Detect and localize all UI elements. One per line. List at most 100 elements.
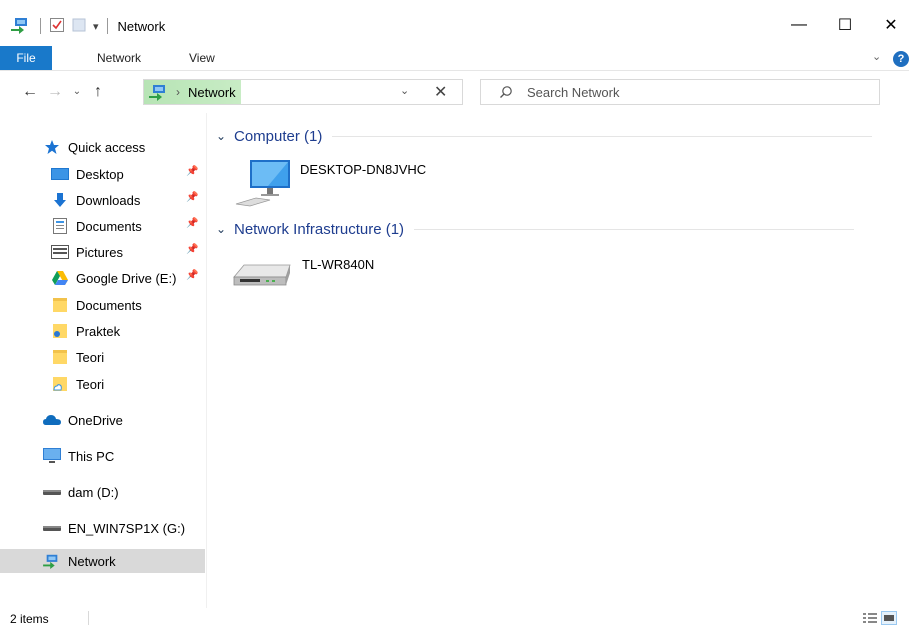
large-icons-view-icon[interactable] bbox=[881, 611, 897, 625]
tab-network[interactable]: Network bbox=[97, 46, 141, 70]
nav-label: Documents bbox=[76, 218, 142, 234]
properties-icon[interactable] bbox=[49, 17, 65, 36]
nav-item-google-drive[interactable]: Google Drive (E:) 📌 bbox=[50, 266, 205, 290]
nav-this-pc[interactable]: This PC bbox=[42, 444, 205, 468]
nav-label: Network bbox=[68, 553, 116, 569]
nav-item-documents-folder[interactable]: Documents bbox=[50, 293, 205, 317]
router-icon bbox=[230, 253, 294, 296]
expand-ribbon-chevron-icon[interactable]: ⌄ bbox=[872, 50, 881, 63]
item-computer[interactable]: DESKTOP-DN8JVHC bbox=[234, 158, 426, 211]
forward-button[interactable]: → bbox=[45, 81, 65, 103]
new-folder-icon[interactable] bbox=[71, 17, 87, 36]
collapse-chevron-icon[interactable]: ⌄ bbox=[216, 222, 234, 236]
folder-icon bbox=[50, 349, 70, 365]
group-title: Network Infrastructure (1) bbox=[234, 220, 405, 238]
item-label: TL-WR840N bbox=[302, 257, 375, 272]
pictures-icon bbox=[50, 244, 70, 260]
toolbar-separator bbox=[106, 18, 108, 34]
address-bar[interactable]: › Network ⌄ ✕ bbox=[143, 79, 463, 105]
content-pane: ⌄ Computer (1) DESKTOP-DN8JVHC ⌄ Network… bbox=[214, 113, 909, 608]
computer-icon bbox=[234, 158, 292, 211]
tab-file[interactable]: File bbox=[0, 46, 52, 70]
nav-label: Pictures bbox=[76, 244, 123, 260]
item-label: DESKTOP-DN8JVHC bbox=[300, 162, 427, 177]
hard-drive-icon bbox=[42, 520, 62, 536]
group-divider bbox=[414, 228, 855, 230]
minimize-button[interactable]: — bbox=[776, 10, 822, 40]
folder-icon bbox=[50, 297, 70, 313]
nav-label: This PC bbox=[68, 448, 115, 464]
navpane-divider[interactable] bbox=[206, 113, 207, 608]
status-bar: 2 items bbox=[0, 608, 909, 628]
breadcrumb-network[interactable]: Network bbox=[188, 85, 236, 100]
network-window-icon bbox=[10, 16, 32, 37]
clear-address-icon[interactable]: ✕ bbox=[434, 82, 447, 102]
nav-label: dam (D:) bbox=[68, 484, 119, 500]
nav-onedrive[interactable]: OneDrive bbox=[42, 408, 205, 432]
breadcrumb-chevron-icon[interactable]: › bbox=[176, 85, 180, 99]
nav-label: Documents bbox=[76, 297, 142, 313]
search-input[interactable] bbox=[527, 84, 867, 100]
details-view-icon[interactable] bbox=[862, 611, 878, 625]
download-arrow-icon bbox=[50, 192, 70, 208]
shared-folder-icon bbox=[50, 323, 70, 339]
group-title: Computer (1) bbox=[234, 127, 323, 145]
cloud-folder-icon bbox=[50, 376, 70, 392]
nav-item-teori[interactable]: Teori bbox=[50, 345, 205, 369]
group-network-infrastructure[interactable]: ⌄ Network Infrastructure (1) bbox=[214, 218, 855, 240]
nav-label: EN_WIN7SP1X (G:) bbox=[68, 520, 186, 536]
address-dropdown-icon[interactable]: ⌄ bbox=[400, 84, 409, 97]
nav-drive-g[interactable]: EN_WIN7SP1X (G:) bbox=[42, 516, 205, 540]
nav-label: Google Drive (E:) bbox=[76, 270, 177, 286]
search-icon bbox=[499, 85, 513, 99]
network-location-icon bbox=[148, 83, 170, 101]
back-button[interactable]: ← bbox=[20, 81, 40, 103]
nav-item-desktop[interactable]: Desktop 📌 bbox=[50, 162, 205, 186]
pin-icon: 📌 bbox=[186, 218, 199, 229]
close-button[interactable]: ✕ bbox=[868, 10, 909, 40]
collapse-chevron-icon[interactable]: ⌄ bbox=[216, 129, 234, 143]
google-drive-icon bbox=[50, 270, 70, 286]
up-button[interactable]: ↑ bbox=[88, 81, 108, 103]
search-box[interactable] bbox=[480, 79, 880, 105]
nav-item-pictures[interactable]: Pictures 📌 bbox=[50, 240, 205, 264]
nav-quick-access[interactable]: Quick access bbox=[42, 135, 205, 159]
navigation-pane: Quick access Desktop 📌 Downloads 📌 Docum… bbox=[0, 113, 208, 608]
nav-item-praktek[interactable]: Praktek bbox=[50, 319, 205, 343]
pin-icon: 📌 bbox=[186, 244, 199, 255]
monitor-icon bbox=[42, 448, 62, 464]
recent-locations-button[interactable]: ⌄ bbox=[67, 81, 87, 103]
hard-drive-icon bbox=[42, 484, 62, 500]
documents-icon bbox=[50, 218, 70, 234]
nav-item-teori-cloud[interactable]: Teori bbox=[50, 372, 205, 396]
ribbon-tabs: File Network View ⌄ ? bbox=[0, 46, 909, 71]
nav-label: Downloads bbox=[76, 192, 141, 208]
nav-label: Desktop bbox=[76, 166, 124, 182]
quick-access-toolbar: ▾ Network bbox=[10, 15, 165, 37]
nav-label: Teori bbox=[76, 376, 105, 392]
nav-network[interactable]: Network bbox=[0, 549, 205, 573]
nav-label: Quick access bbox=[68, 139, 146, 155]
pin-icon: 📌 bbox=[186, 270, 199, 281]
status-separator bbox=[88, 611, 89, 625]
customize-toolbar-icon[interactable]: ▾ bbox=[93, 20, 99, 33]
tab-view[interactable]: View bbox=[189, 46, 215, 70]
group-computer[interactable]: ⌄ Computer (1) bbox=[214, 125, 873, 147]
group-divider bbox=[332, 135, 873, 137]
item-count: 2 items bbox=[10, 612, 49, 626]
nav-label: Teori bbox=[76, 349, 105, 365]
item-router[interactable]: TL-WR840N bbox=[230, 253, 374, 296]
navigation-bar: ← → ⌄ ↑ › Network ⌄ ✕ bbox=[0, 71, 909, 113]
nav-label: OneDrive bbox=[68, 412, 123, 428]
star-icon bbox=[42, 139, 62, 155]
nav-label: Praktek bbox=[76, 323, 121, 339]
help-icon[interactable]: ? bbox=[893, 51, 909, 67]
nav-drive-d[interactable]: dam (D:) bbox=[42, 480, 205, 504]
window-title: Network bbox=[117, 18, 166, 34]
onedrive-cloud-icon bbox=[42, 412, 62, 428]
maximize-button[interactable]: ☐ bbox=[822, 10, 868, 40]
pin-icon: 📌 bbox=[186, 166, 199, 177]
nav-item-documents[interactable]: Documents 📌 bbox=[50, 214, 205, 238]
nav-item-downloads[interactable]: Downloads 📌 bbox=[50, 188, 205, 212]
pin-icon: 📌 bbox=[186, 192, 199, 203]
